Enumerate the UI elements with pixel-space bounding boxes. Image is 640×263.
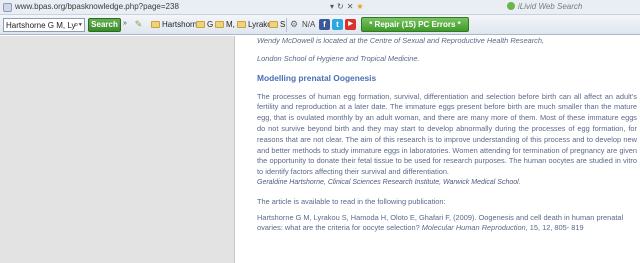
bookmark-m[interactable]: M,	[215, 20, 235, 31]
highlighter-icon[interactable]: ✎	[133, 19, 144, 30]
facebook-icon[interactable]: f	[319, 19, 330, 30]
body-paragraph: The processes of human egg formation, su…	[257, 91, 637, 177]
location-line: London School of Hygiene and Tropical Me…	[257, 53, 420, 63]
folder-icon	[151, 21, 160, 28]
bookmark-g[interactable]: G	[196, 20, 213, 31]
content-divider	[234, 36, 235, 263]
url-field[interactable]: www.bpas.org/bpasknowledge.php?page=238	[15, 2, 179, 11]
left-sidebar	[0, 36, 234, 263]
folder-icon	[215, 21, 224, 28]
address-bar-icons: ▾↻✕★	[330, 2, 367, 11]
folder-icon	[237, 21, 246, 28]
na-label: N/A	[302, 20, 316, 29]
search-icon[interactable]: ⌕▾	[74, 20, 82, 30]
author-line: Geraldine Hartshorne, Clinical Sciences …	[257, 178, 521, 186]
publication-intro: The article is available to read in the …	[257, 196, 446, 206]
toolbar-more-icon[interactable]: »	[123, 20, 127, 27]
toolbar-search-input[interactable]: Hartshorne G M, Ly ⌕▾	[3, 18, 85, 32]
folder-icon	[269, 21, 278, 28]
settings-icon[interactable]: ⚙	[290, 19, 298, 30]
ilivid-logo-icon	[507, 2, 515, 10]
search-engine-field[interactable]: iLivid Web Search	[507, 2, 582, 11]
citation-details: 15, 12, 805- 819	[527, 223, 584, 233]
section-heading: Modelling prenatal Oogenesis	[257, 72, 377, 83]
citation: Hartshorne G M, Lyrakou S, Hamoda H, Olo…	[257, 213, 637, 235]
star-icon[interactable]: ★	[356, 2, 366, 11]
youtube-icon[interactable]: ▶	[345, 19, 356, 30]
toolbar-search-value: Hartshorne G M, Ly	[6, 21, 76, 30]
refresh-icon[interactable]: ↻	[337, 2, 347, 11]
bookmark-s[interactable]: S,	[269, 20, 288, 31]
location-line: Wendy McDowell is located at the Centre …	[257, 36, 545, 45]
search-button[interactable]: Search	[88, 18, 121, 32]
toolbar: Hartshorne G M, Ly ⌕▾ Search » ✎ Hartsho…	[0, 15, 640, 35]
stop-icon[interactable]: ✕	[347, 2, 357, 11]
search-engine-label: iLivid Web Search	[518, 2, 583, 11]
repair-pc-errors-button[interactable]: * Repair (15) PC Errors *	[361, 17, 469, 32]
article-content: Wendy McDowell is located at the Centre …	[257, 36, 637, 263]
toolbar-separator	[286, 18, 287, 32]
dropdown-arrow-icon[interactable]: ▾	[330, 2, 337, 11]
bookmark-hartshorne[interactable]: Hartshorne	[151, 20, 202, 31]
folder-icon	[196, 21, 205, 28]
citation-journal: Molecular Human Reproduction,	[421, 223, 528, 233]
twitter-icon[interactable]: t	[332, 19, 343, 30]
address-bar: www.bpas.org/bpasknowledge.php?page=238 …	[0, 0, 640, 15]
page-icon	[3, 3, 12, 12]
